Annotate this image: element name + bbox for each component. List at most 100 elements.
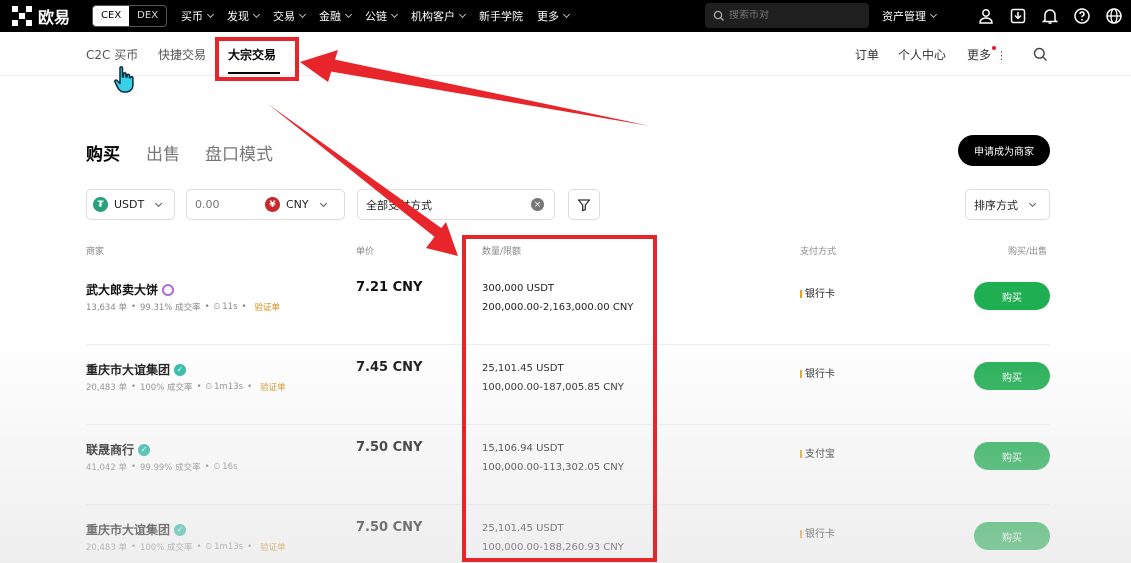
nav-label: 更多 [537,10,560,23]
order-count: 41,042 单 [86,463,127,473]
sort-select[interactable]: 排序方式 [965,189,1050,220]
more-dots-icon: ⋮ [996,49,1008,62]
search-box[interactable] [705,3,869,28]
response-time: 1m13s [214,382,244,392]
merchant-stats: 13,634 单 • 99.31% 成交率 • ⏲ 11s • 验证单 [86,302,281,313]
cex-toggle[interactable]: CEX [93,6,130,26]
payment-method: 支付宝 [800,445,835,460]
unit-price: 7.50 CNY [356,520,423,535]
help-icon[interactable] [1073,7,1091,25]
payment-method-value: 全部支付方式 [366,198,432,212]
nav-label: 发现 [227,10,250,23]
chevron-down-icon [253,10,261,19]
response-time: 16s [222,462,238,472]
merchant-badge-icon [162,283,175,296]
more-label: 更多 [967,48,992,62]
buy-button[interactable]: 购买 [974,442,1050,470]
verify-tag: 验证单 [254,303,281,313]
chevron-down-icon [299,10,307,19]
merchant-name[interactable]: 重庆市大谊集团 ✓ [86,521,187,538]
arrow-head-diagonal [426,222,458,256]
buy-button[interactable]: 购买 [974,522,1050,550]
header-action: 购买/出售 [1008,247,1048,257]
completion-rate: 100% 成交率 [139,543,193,553]
brand-name: 欧易 [38,8,71,27]
tab-sell[interactable]: 出售 [146,140,180,165]
payment-method-select[interactable]: 全部支付方式 × [357,189,555,220]
verified-badge-icon: ✓ [138,443,151,456]
payment-method: 银行卡 [800,525,835,540]
nav-label: 公链 [365,10,388,23]
globe-icon[interactable] [1105,7,1123,25]
brand-logo[interactable]: 欧易 [12,4,70,28]
payment-method: 银行卡 [800,365,835,380]
nav-finance[interactable]: 金融 [319,8,353,24]
verified-badge-icon: ✓ [174,523,187,536]
chevron-down-icon [929,10,938,19]
merchant-name[interactable]: 重庆市大谊集团 ✓ [86,361,187,378]
search-icon[interactable] [1033,47,1048,62]
buy-button[interactable]: 购买 [974,362,1050,390]
unit-price: 7.21 CNY [356,280,423,295]
merchant-stats: 41,042 单 • 99.99% 成交率 • ⏲ 16s [86,462,238,473]
merchant-name-text: 重庆市大谊集团 [86,523,171,537]
orders-link[interactable]: 订单 [855,46,879,63]
clear-icon[interactable]: × [531,198,544,211]
nav-discover[interactable]: 发现 [227,8,261,24]
nav-chain[interactable]: 公链 [365,8,399,24]
verify-tag: 验证单 [260,543,286,553]
buy-button[interactable]: 购买 [974,282,1050,310]
clock-icon: ⏲ [213,302,221,312]
merchant-name[interactable]: 武大郎卖大饼 [86,281,175,298]
bell-icon[interactable] [1041,7,1059,25]
okx-logo-icon [12,6,32,26]
coin-select-value: USDT [114,198,145,211]
nav-more[interactable]: 更多 [537,8,571,24]
tab-buy[interactable]: 购买 [86,140,120,165]
coin-select[interactable]: ₮ USDT [86,189,175,220]
asset-menu[interactable]: 资产管理 [882,0,938,32]
user-icon[interactable] [977,7,995,25]
more-menu[interactable]: 更多 ⋮ [967,46,1007,63]
verified-badge-icon: ✓ [174,363,187,376]
hand-cursor-icon [114,66,134,93]
profile-center-link[interactable]: 个人中心 [898,46,946,63]
search-input[interactable] [729,10,849,21]
highlight-box-block-trade [215,37,299,81]
tab-orderbook-mode[interactable]: 盘口模式 [205,140,273,165]
amount-currency-field: ¥ CNY [186,189,345,220]
nav-label: 金融 [319,10,342,23]
tab-c2c-buy[interactable]: C2C 买币 [86,46,138,63]
chevron-down-icon [207,10,215,19]
highlight-box-quantity-column [462,235,657,562]
clock-icon: ⏲ [205,382,213,392]
download-icon[interactable] [1009,7,1027,25]
apply-merchant-button[interactable]: 申请成为商家 [958,135,1050,166]
nav-label: 交易 [273,10,296,23]
merchant-name-text: 重庆市大谊集团 [86,363,171,377]
nav-trade[interactable]: 交易 [273,8,307,24]
nav-academy[interactable]: 新手学院 [479,8,523,24]
fiat-select-value[interactable]: CNY [286,198,309,211]
order-count: 13,634 单 [86,303,127,313]
chevron-down-icon [459,10,467,19]
filter-icon [577,198,591,211]
chevron-down-icon [319,199,327,207]
amount-input[interactable] [195,198,265,211]
tab-quick-trade[interactable]: 快捷交易 [158,46,206,63]
dex-toggle[interactable]: DEX [129,6,166,26]
nav-label: 买币 [181,10,204,23]
merchant-name-text: 武大郎卖大饼 [86,283,159,297]
nav-buy-crypto[interactable]: 买币 [181,8,215,24]
nav-label: 机构客户 [411,10,456,23]
filter-button[interactable] [568,189,600,220]
clock-icon: ⏲ [213,462,221,472]
sub-navbar: C2C 买币 快捷交易 大宗交易 订单 个人中心 更多 ⋮ [0,32,1131,76]
merchant-name[interactable]: 联晟商行 ✓ [86,441,151,458]
top-icon-group [963,0,1123,32]
merchant-name-text: 联晟商行 [86,443,135,457]
nav-label: 新手学院 [479,10,524,23]
merchant-stats: 20,483 单 • 100% 成交率 • ⏲ 1m13s • 验证单 [86,382,286,393]
verify-tag: 验证单 [260,383,286,393]
nav-institutional[interactable]: 机构客户 [411,8,467,24]
